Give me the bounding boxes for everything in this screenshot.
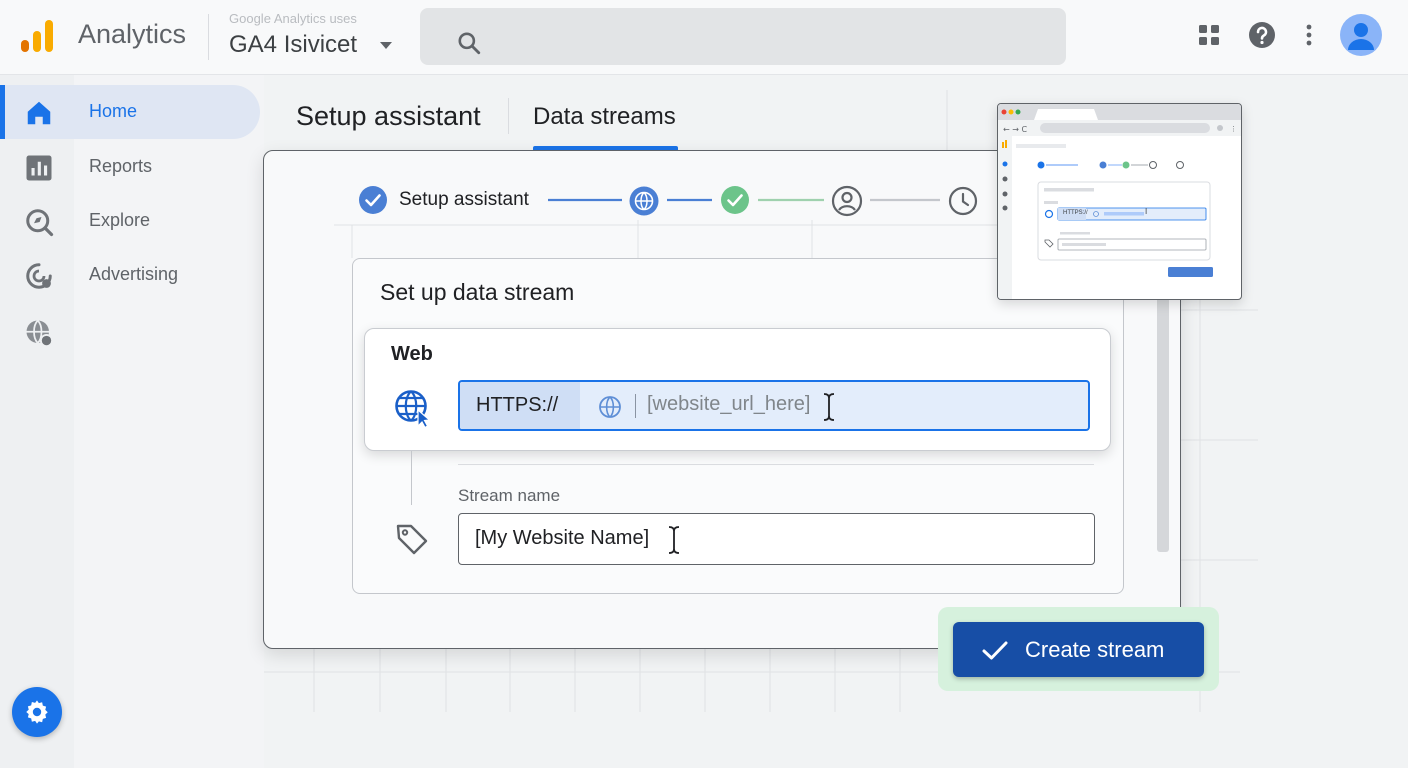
tabs-divider (508, 98, 509, 134)
step-globe-icon (629, 186, 659, 216)
home-icon[interactable] (24, 98, 54, 128)
tag-icon (396, 524, 428, 555)
create-stream-label: Create stream (1025, 637, 1165, 662)
sidebar-item-reports[interactable]: Reports (89, 156, 152, 177)
check-icon (982, 641, 1008, 660)
step-clock-icon (948, 186, 978, 216)
settings-button[interactable] (12, 687, 62, 737)
text-cursor-icon (823, 393, 835, 421)
search-icon (458, 32, 481, 55)
step-success-check-icon (721, 186, 749, 214)
website-url-field[interactable]: HTTPS:// [website_url_here] (458, 380, 1090, 431)
sidebar-item-advertising[interactable]: Advertising (89, 264, 178, 285)
gear-icon (26, 700, 48, 724)
divider (458, 464, 1094, 465)
apps-grid-icon[interactable] (1192, 18, 1226, 52)
reports-icon[interactable] (24, 153, 54, 183)
url-field-separator (635, 394, 636, 418)
browser-preview-graphic: ← → C ⋮ (998, 104, 1241, 299)
advertising-icon[interactable] (24, 261, 54, 291)
step-check-icon (359, 186, 387, 214)
top-app-bar: Analytics Google Analytics uses GA4 Isiv… (0, 0, 1408, 75)
website-url-input[interactable]: [website_url_here] (647, 393, 810, 416)
url-protocol-prefix[interactable]: HTTPS:// (460, 382, 580, 429)
globe-icon (599, 396, 621, 418)
analytics-logo-icon (21, 20, 53, 52)
create-stream-button[interactable]: Create stream (953, 622, 1204, 677)
property-selector[interactable]: GA4 Isivicet (229, 31, 357, 59)
search-bar[interactable] (420, 8, 1066, 65)
thumbnail-text-cursor-icon: I (1145, 207, 1148, 216)
explore-icon[interactable] (24, 207, 54, 237)
connector-line (411, 451, 412, 505)
avatar[interactable] (1340, 14, 1382, 56)
search-input[interactable] (484, 22, 1048, 52)
header-divider (208, 14, 209, 60)
more-vert-icon[interactable] (1292, 18, 1326, 52)
step-person-icon (831, 185, 863, 217)
scrollbar[interactable] (1157, 290, 1169, 552)
thumbnail-url-prefix: HTTPS:// (1063, 210, 1088, 216)
stream-name-input[interactable]: [My Website Name] (458, 513, 1095, 565)
text-cursor-icon (668, 526, 680, 554)
nav-panel (74, 75, 264, 768)
tab-data-streams[interactable]: Data streams (533, 103, 676, 131)
svg-text:⋮: ⋮ (1230, 125, 1237, 133)
globe-settings-icon[interactable] (24, 318, 54, 348)
sidebar-item-home[interactable]: Home (89, 101, 137, 122)
stream-name-label: Stream name (458, 486, 561, 505)
page-title: Setup assistant (296, 101, 481, 131)
svg-text:← → C: ← → C (1003, 125, 1027, 134)
help-icon[interactable] (1245, 18, 1279, 52)
nav-active-indicator (0, 85, 5, 139)
form-title: Set up data stream (380, 279, 575, 305)
stream-name-value: [My Website Name] (475, 527, 650, 549)
globe-cursor-icon (395, 390, 431, 428)
chevron-down-icon[interactable] (380, 42, 392, 49)
account-subtitle: Google Analytics uses (229, 11, 357, 26)
stepper-first-label: Setup assistant (399, 189, 529, 210)
browser-preview-thumbnail: ← → C ⋮ HTTPS:// I (997, 103, 1242, 300)
platform-label: Web (391, 343, 433, 365)
app-name: Analytics (78, 19, 187, 49)
sidebar-item-explore[interactable]: Explore (89, 210, 150, 231)
